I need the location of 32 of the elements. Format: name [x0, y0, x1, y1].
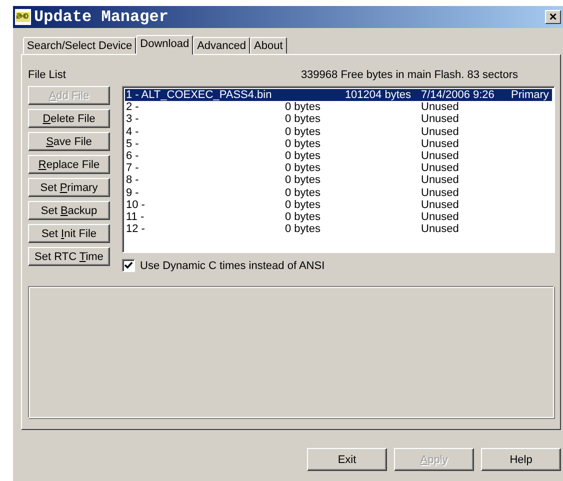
- flash-info-text: 339968 Free bytes in main Flash. 83 sectors: [300, 69, 518, 83]
- tab[interactable]: Search/Select Device: [23, 37, 136, 54]
- tab[interactable]: Advanced: [193, 37, 250, 54]
- side-button[interactable]: Delete File: [28, 109, 110, 128]
- side-button[interactable]: Set RTC Time: [28, 247, 110, 266]
- dialog-button[interactable]: Exit: [307, 448, 387, 471]
- side-button[interactable]: Set Primary: [28, 178, 110, 197]
- dialog-button[interactable]: Help: [481, 448, 561, 471]
- file-row[interactable]: 4 - 0 bytes Unused: [125, 126, 552, 138]
- file-row[interactable]: 9 - 0 bytes Unused: [125, 186, 552, 199]
- file-row[interactable]: 7 - 0 bytes Unused: [125, 162, 552, 174]
- file-list-label: File List: [28, 69, 66, 83]
- app-logo-icon: [15, 9, 31, 25]
- file-row[interactable]: 8 - 0 bytes Unused: [125, 174, 552, 186]
- checkbox-label[interactable]: Use Dynamic C times instead of ANSI: [140, 260, 325, 272]
- tab[interactable]: Download: [136, 35, 194, 55]
- checkbox[interactable]: [122, 259, 135, 272]
- side-button[interactable]: Set Init File: [28, 224, 110, 243]
- tab[interactable]: About: [250, 37, 287, 54]
- file-row[interactable]: 12 - 0 bytes Unused: [125, 223, 552, 236]
- file-row[interactable]: 10 - 0 bytes Unused: [125, 198, 552, 211]
- close-button[interactable]: ×: [545, 10, 561, 24]
- file-row[interactable]: 2 - 0 bytes Unused: [125, 101, 552, 114]
- file-row[interactable]: 1 - ALT_COEXEC_PASS4.bin 101204 bytes 7/14/2006 9:26 Primary: [125, 89, 552, 102]
- file-row[interactable]: 6 - 0 bytes Unused: [125, 150, 552, 162]
- side-button[interactable]: Replace File: [28, 155, 110, 174]
- side-button[interactable]: Set Backup: [28, 201, 110, 220]
- side-button[interactable]: Save File: [28, 132, 110, 151]
- file-row[interactable]: 11 - 0 bytes Unused: [125, 210, 552, 224]
- file-row[interactable]: 5 - 0 bytes Unused: [125, 138, 552, 150]
- window-title: Update Manager: [34, 8, 168, 26]
- file-row[interactable]: 3 - 0 bytes Unused: [125, 113, 552, 126]
